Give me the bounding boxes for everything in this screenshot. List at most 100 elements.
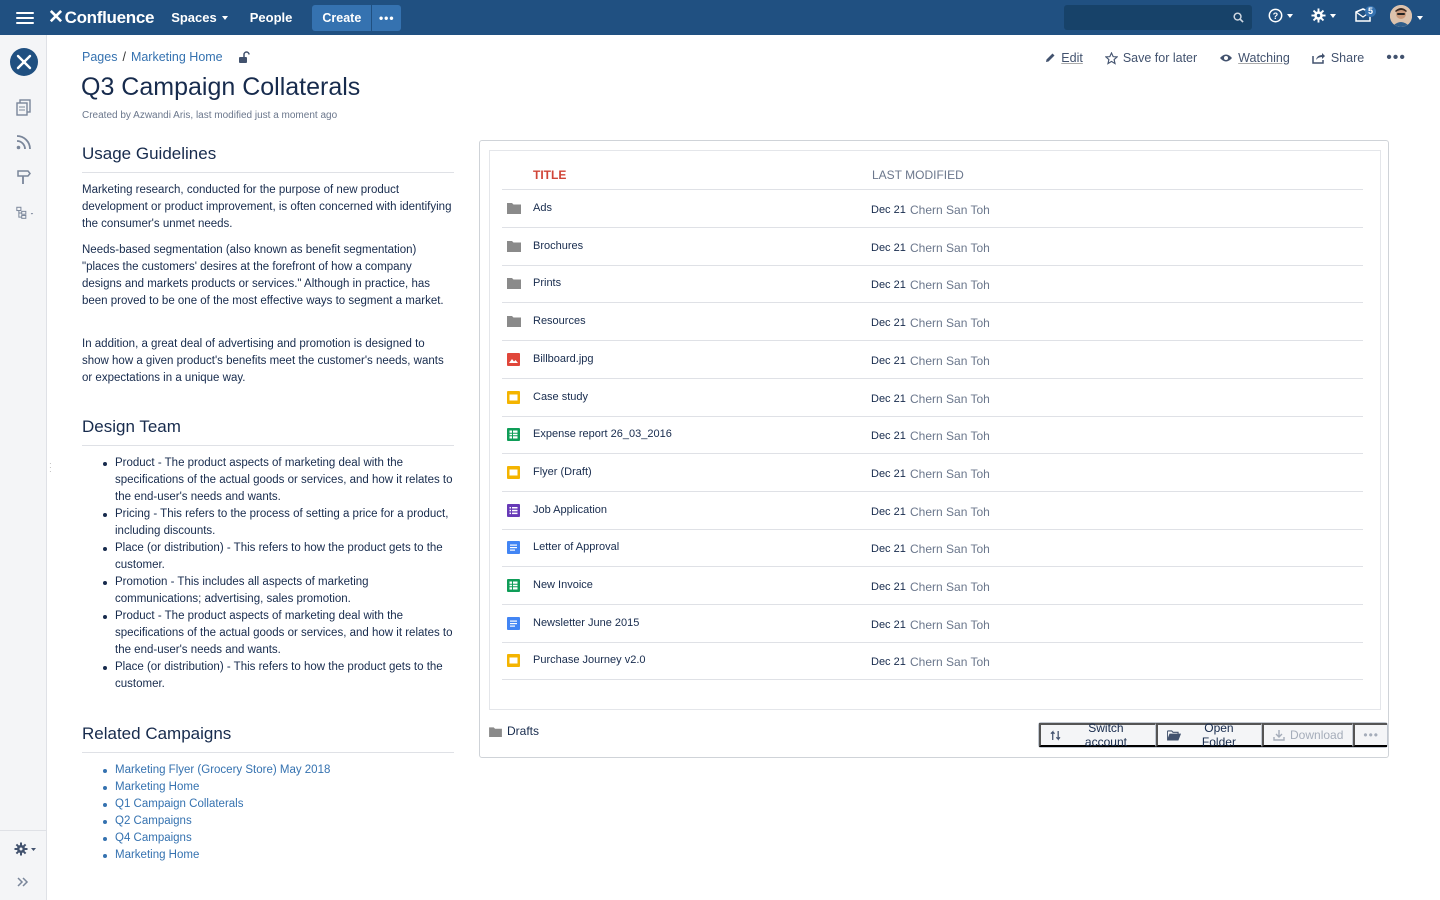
related-link[interactable]: Q2 Campaigns [115,815,192,827]
file-modified-date: Dec 21 [871,279,906,292]
blog-feed-icon[interactable] [14,133,32,151]
confluence-logo[interactable]: ✕ Confluence [48,6,154,29]
drive-folder-macro: TITLE LAST MODIFIED Ads Dec 21 Chern San T… [479,140,1389,758]
spaces-menu[interactable]: Spaces [171,10,228,25]
file-name[interactable]: Flyer (Draft) [533,466,592,478]
usage-paragraph: In addition, a great deal of advertising… [82,338,444,384]
edit-label: Edit [1061,51,1083,65]
search-input[interactable] [1064,5,1234,30]
expand-icon [17,877,29,887]
file-name[interactable]: Prints [533,277,561,289]
sidebar-resize-handle[interactable]: · · · [49,460,52,476]
file-name[interactable]: Billboard.jpg [533,353,594,365]
edit-button[interactable]: Edit [1044,51,1083,65]
unlock-icon[interactable] [238,50,250,64]
open-folder-button[interactable]: Open Folder [1155,721,1263,749]
breadcrumb-pages-link[interactable]: Pages [82,50,117,64]
file-modified-date: Dec 21 [871,656,906,669]
file-name[interactable]: Purchase Journey v2.0 [533,654,646,666]
file-name[interactable]: Ads [533,202,552,214]
file-row[interactable]: Prints Dec 21 Chern San Toh [502,265,1363,304]
file-row[interactable]: Billboard.jpg Dec 21 Chern San Toh [502,341,1363,379]
chevron-down-icon [1330,13,1336,18]
file-modified-date: Dec 21 [871,354,906,367]
switch-account-label: Switch account [1084,721,1127,749]
file-modified-date: Dec 21 [871,618,906,631]
related-link[interactable]: Marketing Home [115,781,199,793]
space-logo-icon[interactable] [10,48,38,76]
related-link[interactable]: Marketing Home [115,849,199,861]
people-link[interactable]: People [250,10,293,25]
breadcrumb-marketing-home-link[interactable]: Marketing Home [131,50,223,64]
file-row[interactable]: Letter of Approval Dec 21 Chern San Toh [502,529,1363,568]
settings-icon [14,842,36,856]
file-name[interactable]: Case study [533,391,588,403]
folder-icon [507,315,521,328]
search-icon[interactable] [1233,12,1244,23]
file-name[interactable]: Newsletter June 2015 [533,617,639,629]
list-item: Marketing Home [103,779,455,796]
folder-icon [489,726,502,737]
eye-icon [1220,54,1233,62]
chevron-down-icon [1287,13,1293,18]
expand-sidebar-button[interactable] [14,873,32,891]
file-row[interactable]: Brochures Dec 21 Chern San Toh [502,228,1363,266]
file-row[interactable]: Case study Dec 21 Chern San Toh [502,379,1363,417]
list-item: Product - The product aspects of marketi… [103,455,455,506]
file-row[interactable]: Job Application Dec 21 Chern San Toh [502,492,1363,530]
watching-button[interactable]: Watching [1219,51,1290,65]
share-button[interactable]: Share [1312,51,1364,65]
open-folder-label: Open Folder [1201,721,1236,749]
file-row[interactable]: New Invoice Dec 21 Chern San Toh [502,567,1363,605]
file-row[interactable]: Expense report 26_03_2016 Dec 21 Chern San… [502,416,1363,455]
file-name[interactable]: Letter of Approval [533,541,619,553]
current-folder[interactable]: Drafts [489,724,539,738]
save-for-later-label: Save for later [1122,51,1198,65]
file-modified-date: Dec 21 [871,467,906,480]
confluence-x-icon: ✕ [48,7,64,28]
drive-more-button[interactable]: ••• [1353,723,1387,747]
create-button-group: Create ••• [312,4,402,31]
chevron-down-icon[interactable] [1417,16,1423,20]
file-modified-by: Chern San Toh [910,655,990,670]
pages-icon[interactable] [14,98,32,116]
space-settings-button[interactable] [13,840,39,858]
menu-icon[interactable] [16,11,34,24]
file-name[interactable]: New Invoice [533,579,593,591]
file-modified-by: Chern San Toh [910,504,990,519]
file-row[interactable]: Ads Dec 21 Chern San Toh [502,190,1363,228]
file-row[interactable]: Resources Dec 21 Chern San Toh [502,303,1363,342]
file-name[interactable]: Expense report 26_03_2016 [533,428,672,440]
page-byline: Created by Azwandi Aris, last modified j… [82,110,338,121]
page-tree-icon[interactable] [16,204,34,222]
title-column-header[interactable]: TITLE [533,168,566,182]
list-item: Place (or distribution) - This refers to… [103,540,455,574]
user-avatar[interactable] [1390,5,1412,27]
slides-file-icon [507,465,521,479]
doc-file-icon [507,541,521,555]
more-actions-button[interactable]: ••• [1386,49,1406,67]
help-menu[interactable]: ? [1268,8,1293,23]
create-more-button[interactable]: ••• [371,4,401,31]
download-button[interactable]: Download [1262,723,1354,747]
switch-arrows-icon [1050,729,1061,741]
file-name[interactable]: Job Application [533,504,607,516]
admin-settings-menu[interactable] [1311,8,1336,23]
last-modified-column-header[interactable]: LAST MODIFIED [872,168,964,182]
shortcuts-icon[interactable] [14,168,32,186]
file-name[interactable]: Resources [533,315,586,327]
related-link[interactable]: Marketing Flyer (Grocery Store) May 2018 [115,764,330,776]
file-modified-by: Chern San Toh [910,278,990,293]
related-link[interactable]: Q4 Campaigns [115,832,192,844]
file-modified-by: Chern San Toh [910,240,990,255]
list-item: Q2 Campaigns [103,813,455,830]
file-row[interactable]: Flyer (Draft) Dec 21 Chern San Toh [502,454,1363,492]
switch-account-button[interactable]: Switch account [1039,721,1156,749]
file-row[interactable]: Purchase Journey v2.0 Dec 21 Chern San Toh [502,642,1363,681]
file-name[interactable]: Brochures [533,240,583,252]
save-for-later-button[interactable]: Save for later [1104,51,1198,65]
create-button[interactable]: Create [312,5,371,31]
related-link[interactable]: Q1 Campaign Collaterals [115,798,243,810]
file-row[interactable]: Newsletter June 2015 Dec 21 Chern San Toh [502,605,1363,643]
form-file-icon [507,503,521,517]
